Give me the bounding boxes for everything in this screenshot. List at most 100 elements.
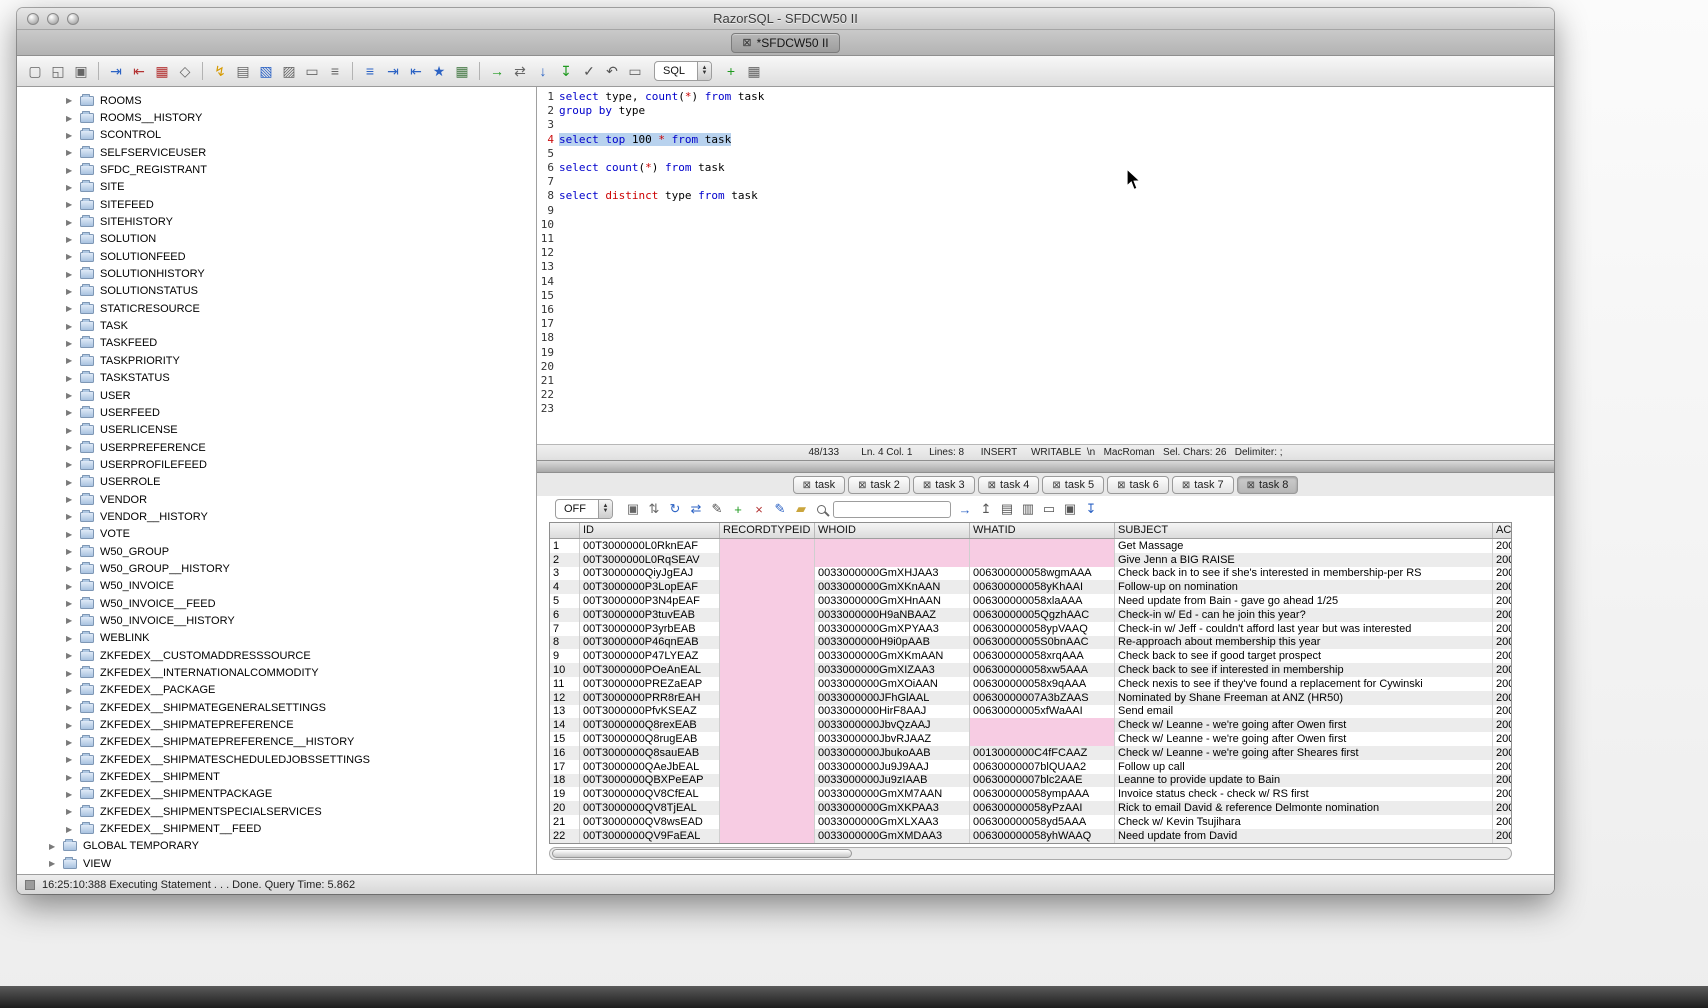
cell-whatid[interactable]: 00630000005S0bnAAC (970, 636, 1115, 650)
editor-line[interactable] (559, 204, 1554, 218)
cell-id[interactable]: 00T3000000PRR8rEAH (580, 691, 720, 705)
cell-whoid[interactable]: 0033000000Ju9zIAAB (815, 774, 970, 788)
cell-recordtypeid[interactable] (720, 663, 815, 677)
disclosure-triangle-icon[interactable]: ▶ (66, 304, 80, 313)
cell-whatid[interactable]: 006300000058xw5AAA (970, 663, 1115, 677)
form-view-icon[interactable]: ▤ (998, 500, 1016, 518)
tree-item-userlicense[interactable]: ▶USERLICENSE (17, 422, 536, 439)
disclosure-triangle-icon[interactable]: ▶ (66, 669, 80, 678)
cell-subject[interactable]: Check back to see if interested in membe… (1115, 663, 1493, 677)
cell-id[interactable]: 00T3000000P3N4pEAF (580, 594, 720, 608)
go-icon[interactable]: → (956, 500, 974, 518)
cell-whatid[interactable]: 00630000007blQUAA2 (970, 760, 1115, 774)
cell-id[interactable]: 00T3000000QV8wsEAD (580, 815, 720, 829)
grid-row[interactable]: 100T3000000L0RknEAFGet Massage200 (550, 539, 1512, 553)
tree-item-zkfedex-shipmentpackage[interactable]: ▶ZKFEDEX__SHIPMENTPACKAGE (17, 786, 536, 803)
grid-row[interactable]: 600T3000000P3tuvEAB0033000000H9aNBAAZ006… (550, 608, 1512, 622)
highlight-icon[interactable]: ▰ (792, 500, 810, 518)
cell-recordtypeid[interactable] (720, 677, 815, 691)
disclosure-triangle-icon[interactable]: ▶ (66, 564, 80, 573)
disclosure-triangle-icon[interactable]: ▶ (66, 703, 80, 712)
cell-recordtypeid[interactable] (720, 801, 815, 815)
cell-recordtypeid[interactable] (720, 774, 815, 788)
cell-ac[interactable]: 200 (1493, 649, 1512, 663)
column-header-whoid[interactable]: WHOID (815, 523, 970, 538)
export-results-icon[interactable]: ↥ (977, 500, 995, 518)
editor-line[interactable]: select count(*) from task (559, 161, 1554, 175)
tree-item-site[interactable]: ▶SITE (17, 179, 536, 196)
cell-whatid[interactable]: 00630000007blc2AAE (970, 774, 1115, 788)
cell-whatid[interactable]: 006300000058ympAAA (970, 787, 1115, 801)
editor-line[interactable] (559, 275, 1554, 289)
document-tab[interactable]: ⊠ *SFDCW50 II (731, 33, 839, 53)
editor-line[interactable] (559, 289, 1554, 303)
cell-ac[interactable]: 200 (1493, 829, 1512, 843)
tree-item-userpreference[interactable]: ▶USERPREFERENCE (17, 439, 536, 456)
cell-subject[interactable]: Check nexis to see if they've found a re… (1115, 677, 1493, 691)
cell-id[interactable]: 00T3000000P3yrbEAB (580, 622, 720, 636)
result-tab-task-7[interactable]: ⊠task 7 (1172, 476, 1234, 494)
cell-ac[interactable]: 200 (1493, 663, 1512, 677)
cell-subject[interactable]: Give Jenn a BIG RAISE (1115, 553, 1493, 567)
editor-line[interactable] (559, 246, 1554, 260)
close-tab-icon[interactable]: ⊠ (1182, 480, 1190, 491)
cell-recordtypeid[interactable] (720, 539, 815, 553)
cell-id[interactable]: 00T3000000QBXPeEAP (580, 774, 720, 788)
cell-recordtypeid[interactable] (720, 636, 815, 650)
cell-whatid[interactable]: 006300000058yhWAAQ (970, 829, 1115, 843)
grid-row[interactable]: 500T3000000P3N4pEAF0033000000GmXHnAAN006… (550, 594, 1512, 608)
delete-row-icon[interactable]: × (750, 500, 768, 518)
disclosure-triangle-icon[interactable]: ▶ (66, 807, 80, 816)
grid-row[interactable]: 1300T3000000PfvKSEAZ0033000000HirF8AAJ00… (550, 705, 1512, 719)
tree-item-user[interactable]: ▶USER (17, 387, 536, 404)
cell-ac[interactable]: 200 (1493, 732, 1512, 746)
disclosure-triangle-icon[interactable]: ▶ (66, 183, 80, 192)
tree-item-solutionstatus[interactable]: ▶SOLUTIONSTATUS (17, 283, 536, 300)
commit-icon[interactable]: ✓ (579, 61, 599, 81)
grid-row[interactable]: 1500T3000000Q8rugEAB0033000000JbvRJAAZCh… (550, 732, 1512, 746)
cell-whoid[interactable]: 0033000000JbvRJAAZ (815, 732, 970, 746)
disclosure-triangle-icon[interactable]: ▶ (66, 825, 80, 834)
grid-row[interactable]: 900T3000000P47LYEAZ0033000000GmXKmAAN006… (550, 649, 1512, 663)
max-rows-select[interactable]: OFF ▲▼ (555, 499, 613, 519)
cell-whoid[interactable]: 0033000000JbvQzAAJ (815, 718, 970, 732)
disclosure-triangle-icon[interactable]: ▶ (66, 512, 80, 521)
cell-recordtypeid[interactable] (720, 567, 815, 581)
disclosure-triangle-icon[interactable]: ▶ (49, 842, 63, 851)
disclosure-triangle-icon[interactable]: ▶ (66, 755, 80, 764)
edit-cell-icon[interactable]: ✎ (708, 500, 726, 518)
paste-icon[interactable]: ▨ (279, 61, 299, 81)
cell-whoid[interactable]: 0033000000GmXHnAAN (815, 594, 970, 608)
cell-ac[interactable]: 200 (1493, 801, 1512, 815)
cell-subject[interactable]: Check w/ Leanne - we're going after Owen… (1115, 718, 1493, 732)
tree-item-zkfedex-internationalcommodity[interactable]: ▶ZKFEDEX__INTERNATIONALCOMMODITY (17, 664, 536, 681)
grid-horizontal-scrollbar[interactable] (549, 847, 1512, 860)
result-tab-task-8[interactable]: ⊠task 8 (1237, 476, 1299, 494)
horizontal-splitter[interactable] (537, 460, 1554, 473)
tree-item-task[interactable]: ▶TASK (17, 317, 536, 334)
grid-row[interactable]: 700T3000000P3yrbEAB0033000000GmXPYAA3006… (550, 622, 1512, 636)
cell-id[interactable]: 00T3000000P3tuvEAB (580, 608, 720, 622)
select-stepper-icon[interactable]: ▲▼ (598, 500, 612, 518)
cell-ac[interactable]: 200 (1493, 787, 1512, 801)
disclosure-triangle-icon[interactable]: ▶ (66, 426, 80, 435)
cell-subject[interactable]: Re-approach about membership this year (1115, 636, 1493, 650)
clipboard-icon[interactable]: ▭ (302, 61, 322, 81)
tree-item-solutionfeed[interactable]: ▶SOLUTIONFEED (17, 248, 536, 265)
disclosure-triangle-icon[interactable]: ▶ (66, 460, 80, 469)
cell-recordtypeid[interactable] (720, 705, 815, 719)
disclosure-triangle-icon[interactable]: ▶ (66, 339, 80, 348)
result-tab-task-6[interactable]: ⊠task 6 (1107, 476, 1169, 494)
editor-line[interactable] (559, 374, 1554, 388)
save-results-icon[interactable]: ▣ (624, 500, 642, 518)
disclosure-triangle-icon[interactable]: ▶ (66, 391, 80, 400)
drop-object-icon[interactable]: ▦ (152, 61, 172, 81)
cell-whatid[interactable]: 006300000058wgmAAA (970, 567, 1115, 581)
cell-id[interactable]: 00T3000000PREZaEAP (580, 677, 720, 691)
indent-icon[interactable]: ⇥ (383, 61, 403, 81)
cell-whatid[interactable]: 00630000007A3bZAAS (970, 691, 1115, 705)
result-tab-task-2[interactable]: ⊠task 2 (848, 476, 910, 494)
cell-recordtypeid[interactable] (720, 829, 815, 843)
update-row-icon[interactable]: ✎ (771, 500, 789, 518)
tree-item-zkfedex-shipmentspecialservices[interactable]: ▶ZKFEDEX__SHIPMENTSPECIALSERVICES (17, 803, 536, 820)
